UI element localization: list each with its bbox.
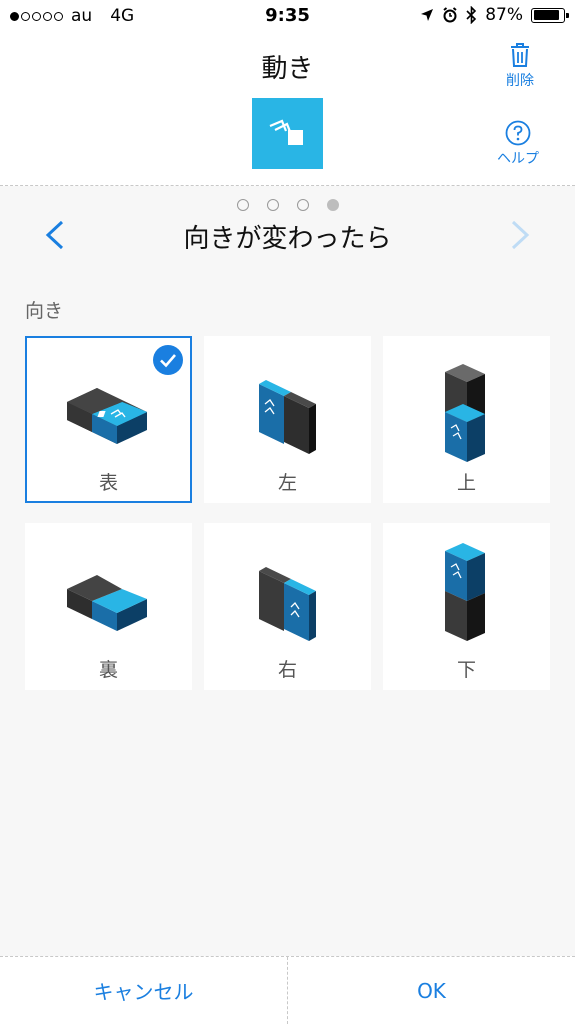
orientation-label: 下 — [456, 659, 476, 681]
step-navigation: 向きが変わったら — [0, 212, 575, 256]
section-label: 向き — [25, 300, 64, 322]
orientation-grid: 表 左 上 裏 右 下 — [25, 336, 550, 690]
orientation-card-right[interactable]: 右 — [204, 523, 371, 690]
step-title: 向きが変わったら — [183, 224, 392, 254]
bluetooth-icon — [466, 6, 477, 24]
battery-icon — [531, 7, 569, 23]
ok-button[interactable]: OK — [287, 957, 575, 1024]
location-arrow-icon — [421, 9, 434, 21]
delete-button[interactable]: 削除 — [485, 42, 555, 90]
block-left-icon — [259, 380, 316, 454]
status-right: 87% — [420, 5, 569, 25]
page-indicator — [0, 199, 575, 211]
block-face-down-icon — [67, 575, 147, 631]
orientation-label: 表 — [98, 472, 118, 494]
orientation-card-left[interactable]: 左 — [204, 336, 371, 503]
battery-percent: 87% — [485, 5, 523, 25]
orientation-card-top[interactable]: 上 — [383, 336, 550, 503]
page-dot — [266, 199, 279, 211]
block-top-icon — [445, 364, 485, 462]
cancel-button[interactable]: キャンセル — [0, 957, 287, 1024]
help-label: ヘルプ — [497, 151, 539, 167]
orientation-label: 上 — [456, 472, 476, 494]
block-bottom-icon — [445, 543, 485, 641]
page-dot — [236, 199, 249, 211]
alarm-clock-icon — [443, 7, 457, 23]
orientation-label: 右 — [277, 659, 297, 681]
orientation-card-front[interactable]: 表 — [25, 336, 192, 503]
status-bar: au 4G 9:35 87% — [0, 0, 575, 32]
help-button[interactable]: ヘルプ — [483, 120, 553, 168]
trash-icon — [511, 43, 529, 67]
chevron-right-icon — [511, 220, 530, 250]
help-circle-icon — [505, 120, 531, 146]
page-dot — [296, 199, 309, 211]
next-button[interactable] — [505, 218, 535, 252]
header: 動き 削除 ヘルプ — [0, 32, 575, 186]
page-dot-current — [326, 199, 339, 211]
selected-check-icon — [153, 345, 183, 375]
orientation-label: 左 — [277, 472, 297, 494]
bottom-action-bar: キャンセル OK — [0, 956, 575, 1024]
orientation-card-back[interactable]: 裏 — [25, 523, 192, 690]
orientation-card-bottom[interactable]: 下 — [383, 523, 550, 690]
delete-label: 削除 — [506, 73, 534, 89]
orientation-label: 裏 — [98, 659, 118, 681]
block-right-icon — [259, 567, 316, 641]
motion-card-icon — [252, 98, 323, 169]
